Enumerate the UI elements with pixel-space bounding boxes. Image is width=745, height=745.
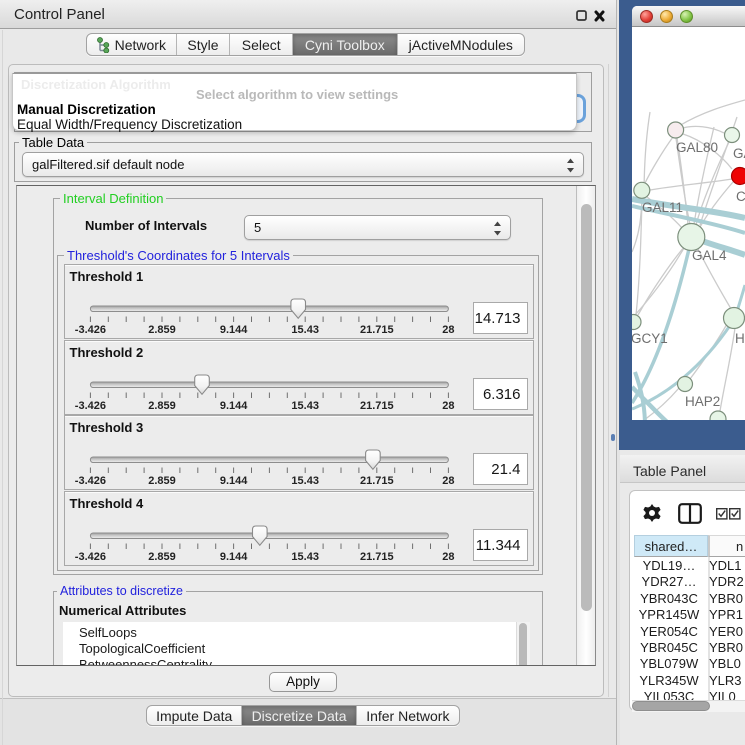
svg-text:15.43: 15.43 — [291, 324, 319, 336]
svg-text:21.715: 21.715 — [359, 324, 393, 336]
svg-text:28: 28 — [442, 551, 454, 563]
svg-text:9.144: 9.144 — [219, 400, 247, 412]
svg-text:9.144: 9.144 — [219, 324, 247, 336]
svg-text:GAL11: GAL11 — [642, 200, 683, 215]
svg-text:21.715: 21.715 — [359, 551, 393, 563]
svg-text:GAL4: GAL4 — [692, 248, 727, 263]
svg-text:21.715: 21.715 — [359, 475, 393, 487]
svg-text:28: 28 — [442, 475, 454, 487]
svg-text:2.859: 2.859 — [148, 400, 176, 412]
svg-text:15.43: 15.43 — [291, 400, 319, 412]
svg-text:GCY1: GCY1 — [632, 331, 668, 346]
svg-text:-3.426: -3.426 — [74, 551, 105, 563]
svg-text:GAL80: GAL80 — [676, 140, 718, 155]
svg-text:GA: GA — [733, 146, 745, 161]
svg-text:-3.426: -3.426 — [74, 475, 105, 487]
svg-text:2.859: 2.859 — [148, 324, 176, 336]
svg-text:28: 28 — [442, 324, 454, 336]
svg-text:2.859: 2.859 — [148, 551, 176, 563]
svg-text:-3.426: -3.426 — [74, 324, 105, 336]
svg-text:H: H — [735, 331, 745, 346]
svg-text:-3.426: -3.426 — [74, 400, 105, 412]
svg-text:C: C — [736, 189, 745, 204]
svg-text:15.43: 15.43 — [291, 551, 319, 563]
svg-text:HAP2: HAP2 — [685, 394, 720, 409]
svg-text:21.715: 21.715 — [359, 400, 393, 412]
svg-text:28: 28 — [442, 400, 454, 412]
svg-text:9.144: 9.144 — [219, 551, 247, 563]
svg-text:9.144: 9.144 — [219, 475, 247, 487]
svg-text:15.43: 15.43 — [291, 475, 319, 487]
svg-text:2.859: 2.859 — [148, 475, 176, 487]
